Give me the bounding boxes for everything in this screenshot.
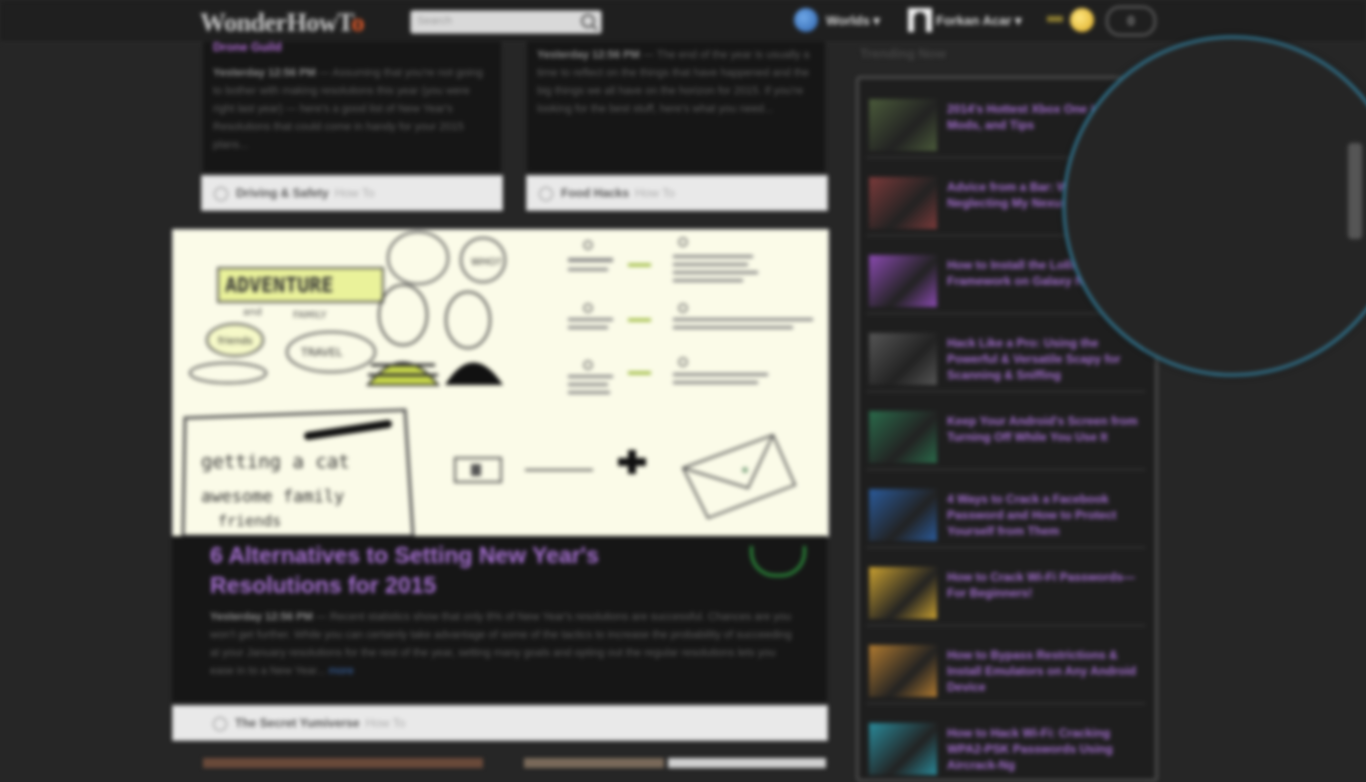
article-thumbnail[interactable] xyxy=(869,723,937,775)
search-input[interactable]: Search xyxy=(410,10,602,34)
feature-title[interactable]: 6 Alternatives to Setting New Year's Res… xyxy=(210,540,660,600)
article-thumbnail[interactable] xyxy=(869,99,937,151)
article-thumbnail[interactable] xyxy=(869,411,937,463)
article-thumbnail[interactable] xyxy=(869,645,937,697)
feature-date: Yesterday 12:56 PM xyxy=(210,611,313,623)
card-excerpt: Yesterday 12:56 PM — Assuming that you'r… xyxy=(213,64,493,172)
card-type-link[interactable]: How To xyxy=(635,186,675,200)
feature-excerpt: Yesterday 12:56 PM — Recent statistics s… xyxy=(210,608,800,698)
category-icon xyxy=(213,716,227,731)
illus-family: FAMILY xyxy=(293,310,327,321)
sidebar-item[interactable]: How to Hack Wi-Fi: Cracking WPA2-PSK Pas… xyxy=(867,717,1145,782)
top-navigation-bar: WonderHowTo Search Worlds ▾ Forkan Acar … xyxy=(0,0,1366,43)
card-type-link[interactable]: How To xyxy=(366,716,406,730)
illus-list-3: friends xyxy=(218,512,281,530)
card-date: Yesterday 12:56 PM xyxy=(213,67,316,79)
feature-article-body: 6 Alternatives to Setting New Year's Res… xyxy=(172,536,827,702)
article-thumbnail[interactable] xyxy=(869,255,937,307)
worlds-menu-button[interactable]: Worlds ▾ xyxy=(826,13,880,29)
sidebar-item-title[interactable]: How to Hack Wi-Fi: Cracking WPA2-PSK Pas… xyxy=(947,725,1147,773)
logo-accent-letter: o xyxy=(351,8,365,37)
next-card-image[interactable] xyxy=(668,758,826,768)
card-type-link[interactable]: How To xyxy=(335,186,375,200)
card-excerpt-text: — Assuming that you're not going to both… xyxy=(213,67,483,151)
sidebar-item-title[interactable]: How to Crack Wi-Fi Passwords—For Beginne… xyxy=(947,569,1147,601)
site-logo[interactable]: WonderHowTo xyxy=(200,8,365,38)
sidebar-item-title[interactable]: 4 Ways to Crack a Facebook Password and … xyxy=(947,491,1147,539)
sidebar-item[interactable]: Keep Your Android's Screen from Turning … xyxy=(867,405,1145,470)
article-thumbnail[interactable] xyxy=(869,333,937,385)
card-category-link[interactable]: Food Hacks xyxy=(561,186,629,200)
feature-illustration[interactable]: ADVENTURE and FAMILY friends TRAVEL WHO? xyxy=(172,229,829,537)
user-menu-button[interactable]: Forkan Acar ▾ xyxy=(936,13,1022,29)
illus-travel: TRAVEL xyxy=(300,346,343,359)
category-icon xyxy=(214,186,228,201)
card-footer: Food Hacks How To xyxy=(526,175,828,211)
illus-and: and xyxy=(243,307,262,318)
globe-icon[interactable] xyxy=(794,8,818,32)
illus-list-1: getting a cat xyxy=(201,451,350,473)
read-more-link[interactable]: more xyxy=(329,665,354,677)
article-thumbnail[interactable] xyxy=(869,489,937,541)
sidebar-item[interactable]: 4 Ways to Crack a Facebook Password and … xyxy=(867,483,1145,548)
card-footer: The Secret Yumiverse How To xyxy=(172,705,828,741)
article-thumbnail[interactable] xyxy=(869,567,937,619)
article-thumbnail[interactable] xyxy=(869,177,937,229)
sketch-drawing: ADVENTURE and FAMILY friends TRAVEL WHO? xyxy=(181,231,813,536)
card-category-link[interactable]: Driving & Safety xyxy=(236,186,329,200)
sidebar-item[interactable]: Hack Like a Pro: Using the Powerful & Ve… xyxy=(867,327,1145,392)
avatar[interactable] xyxy=(908,8,932,32)
sidebar-title: Trending Now xyxy=(860,46,946,61)
sidebar-item-title[interactable]: Hack Like a Pro: Using the Powerful & Ve… xyxy=(947,335,1147,383)
sidebar-item-title[interactable]: How to Bypass Restrictions & Install Emu… xyxy=(947,647,1147,695)
category-icon xyxy=(539,186,553,201)
illus-list-2: awesome family xyxy=(201,487,344,507)
card-excerpt: Yesterday 12:56 PM — The end of the year… xyxy=(537,46,817,170)
next-card-image[interactable] xyxy=(203,758,483,768)
illus-friends: friends xyxy=(218,336,252,347)
coin-icon[interactable] xyxy=(1070,8,1094,32)
page-scrollbar[interactable] xyxy=(1348,143,1362,239)
article-card[interactable]: Yesterday 12:56 PM — The end of the year… xyxy=(527,42,825,172)
card-footer: Driving & Safety How To xyxy=(201,175,503,211)
next-card-image[interactable] xyxy=(524,758,664,768)
search-icon[interactable] xyxy=(581,14,595,28)
card-category-link[interactable]: The Secret Yumiverse xyxy=(235,716,360,730)
sidebar-item[interactable]: How to Crack Wi-Fi Passwords—For Beginne… xyxy=(867,561,1145,626)
search-placeholder: Search xyxy=(417,15,452,27)
points-bar xyxy=(1047,16,1063,22)
logo-text: WonderHowT xyxy=(200,8,352,37)
notifications-button[interactable]: 0 xyxy=(1106,6,1156,36)
card-author[interactable]: Drone Guild xyxy=(213,40,282,54)
illus-adventure: ADVENTURE xyxy=(225,273,333,297)
sidebar-item[interactable]: How to Bypass Restrictions & Install Emu… xyxy=(867,639,1145,704)
sidebar-item-title[interactable]: Keep Your Android's Screen from Turning … xyxy=(947,413,1147,445)
article-card[interactable]: Drone Guild Yesterday 12:56 PM — Assumin… xyxy=(203,40,501,172)
illus-bubble: WHO? xyxy=(471,257,502,268)
card-date: Yesterday 12:56 PM xyxy=(537,49,640,61)
